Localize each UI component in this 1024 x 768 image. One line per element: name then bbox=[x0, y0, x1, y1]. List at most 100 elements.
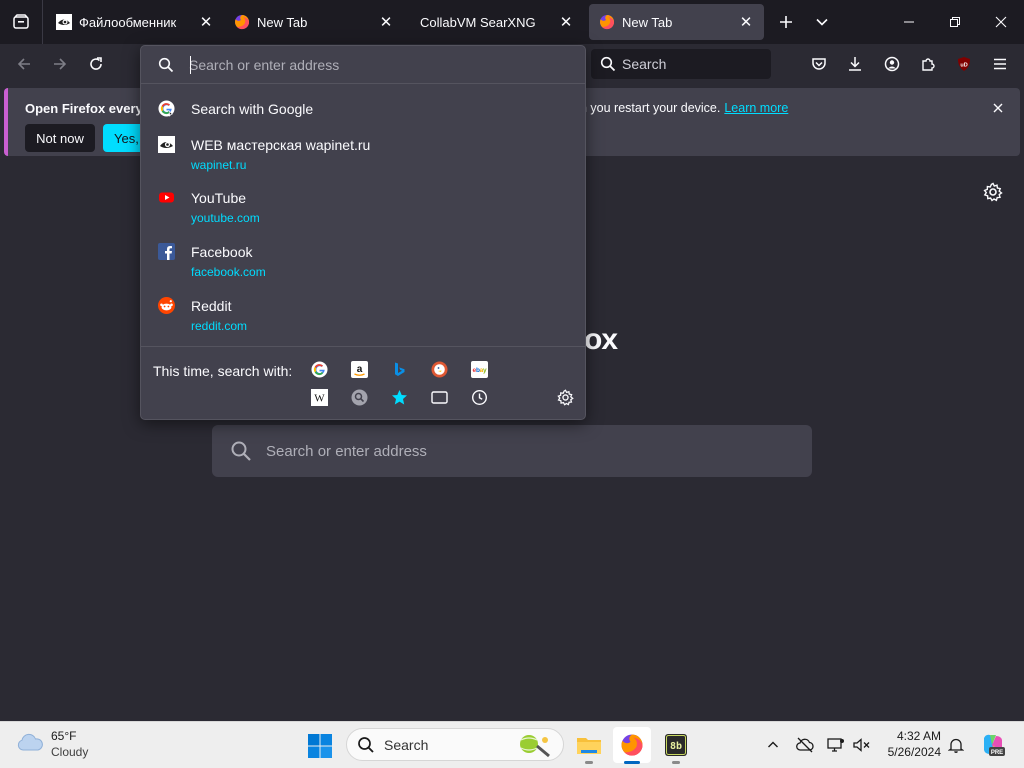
extensions-button[interactable] bbox=[916, 52, 940, 76]
tab-collabvm-searxng[interactable]: CollabVM SearXNG ✕ bbox=[404, 4, 584, 40]
duckduckgo-icon bbox=[431, 361, 447, 377]
cloud-icon[interactable] bbox=[16, 732, 44, 754]
network-tray-button[interactable] bbox=[826, 735, 846, 755]
notifications-button[interactable] bbox=[946, 735, 966, 755]
oneoff-duckduckgo-button[interactable] bbox=[430, 360, 448, 378]
result-search-google[interactable]: Search with Google bbox=[141, 86, 585, 134]
oneoff-bing-button[interactable] bbox=[390, 360, 408, 378]
tab-separator bbox=[42, 0, 43, 44]
result-title: WEB мастерская wapinet.ru bbox=[191, 137, 371, 153]
svg-text:y: y bbox=[483, 367, 487, 374]
copilot-button[interactable]: PRE bbox=[980, 732, 1006, 758]
result-youtube[interactable]: YouTube youtube.com bbox=[141, 187, 585, 235]
oneoff-ebay-button[interactable]: ebay bbox=[470, 360, 488, 378]
bing-icon bbox=[394, 362, 404, 376]
notification-tail-text: n you restart your device. bbox=[580, 101, 721, 115]
tab-fileshare[interactable]: Файлообменник ✕ bbox=[46, 4, 224, 40]
star-icon bbox=[391, 389, 407, 404]
google-icon bbox=[310, 360, 328, 378]
oneoff-tabs-button[interactable] bbox=[430, 388, 448, 406]
close-window-button[interactable] bbox=[978, 0, 1024, 44]
forward-button[interactable] bbox=[48, 52, 72, 76]
tab-title: Файлообменник bbox=[79, 14, 177, 30]
new-tab-button[interactable] bbox=[768, 0, 804, 44]
oneoff-amazon-button[interactable]: a bbox=[350, 360, 368, 378]
tab-new-tab[interactable]: New Tab ✕ bbox=[224, 4, 404, 40]
app-menu-button[interactable] bbox=[988, 52, 1012, 76]
result-url: facebook.com bbox=[191, 265, 266, 279]
close-icon[interactable]: ✕ bbox=[738, 14, 754, 31]
search-icon bbox=[358, 736, 374, 753]
oneoff-bookmarks-button[interactable] bbox=[390, 388, 408, 406]
restore-button[interactable] bbox=[932, 0, 978, 44]
oneoff-google-button[interactable] bbox=[310, 360, 328, 378]
reload-button[interactable] bbox=[84, 52, 108, 76]
history-clock-icon bbox=[471, 389, 487, 405]
page-search-box[interactable]: Search or enter address bbox=[212, 425, 812, 477]
tab-title: CollabVM SearXNG bbox=[420, 14, 536, 30]
show-hidden-icons-button[interactable] bbox=[763, 735, 783, 755]
copilot-icon: PRE bbox=[984, 734, 1005, 756]
weather-temperature[interactable]: 65°F bbox=[51, 729, 76, 743]
svg-text:PRE: PRE bbox=[991, 750, 1003, 756]
minimize-icon bbox=[904, 21, 914, 23]
youtube-icon bbox=[159, 192, 174, 203]
wikipedia-icon: W bbox=[310, 388, 328, 406]
restore-icon bbox=[950, 17, 960, 27]
firefox-view-button[interactable] bbox=[0, 0, 42, 44]
arrow-left-icon bbox=[17, 58, 30, 70]
close-icon[interactable]: ✕ bbox=[558, 14, 574, 31]
clock-date[interactable]: 5/26/2024 bbox=[880, 745, 941, 759]
gear-icon bbox=[983, 182, 1003, 202]
volume-muted-icon bbox=[853, 738, 870, 752]
chevron-down-icon bbox=[816, 18, 828, 26]
search-settings-button[interactable] bbox=[556, 388, 574, 406]
oneoff-history-button[interactable] bbox=[470, 388, 488, 406]
ublock-origin-button[interactable]: uD bbox=[952, 52, 976, 76]
text-caret bbox=[190, 56, 191, 74]
close-icon[interactable]: ✕ bbox=[198, 14, 214, 31]
result-facebook[interactable]: Facebook facebook.com bbox=[141, 241, 585, 289]
reddit-icon bbox=[158, 297, 175, 314]
cloud-offline-icon bbox=[796, 737, 814, 753]
address-input[interactable] bbox=[189, 55, 569, 75]
taskbar-firefox[interactable] bbox=[613, 727, 651, 764]
learn-more-link[interactable]: Learn more bbox=[724, 101, 788, 115]
eye-logo-icon bbox=[56, 14, 72, 30]
taskbar-search-box[interactable]: Search bbox=[346, 728, 564, 761]
volume-tray-button[interactable] bbox=[852, 735, 872, 755]
onedrive-tray-button[interactable] bbox=[795, 735, 815, 755]
notification-close-button[interactable] bbox=[990, 100, 1006, 116]
not-now-button[interactable]: Not now bbox=[25, 124, 95, 152]
puzzle-icon bbox=[922, 58, 935, 71]
result-wapinet[interactable]: WEB мастерская wapinet.ru wapinet.ru bbox=[141, 134, 585, 182]
toolbar-search-box[interactable]: Search bbox=[591, 49, 771, 79]
close-icon[interactable]: ✕ bbox=[378, 14, 394, 31]
minimize-button[interactable] bbox=[886, 0, 932, 44]
result-reddit[interactable]: Reddit reddit.com bbox=[141, 295, 585, 343]
account-button[interactable] bbox=[880, 52, 904, 76]
oneoff-wikipedia-button[interactable]: W bbox=[310, 388, 328, 406]
weather-condition[interactable]: Cloudy bbox=[51, 745, 88, 759]
personalize-settings-button[interactable] bbox=[983, 182, 1003, 202]
list-all-tabs-button[interactable] bbox=[804, 0, 840, 44]
tab-new-tab-active[interactable]: New Tab ✕ bbox=[589, 4, 764, 40]
svg-text:8b: 8b bbox=[670, 741, 682, 752]
notification-message: Open Firefox every ti bbox=[25, 101, 155, 116]
oneoff-label: This time, search with: bbox=[153, 363, 293, 379]
downloads-button[interactable] bbox=[843, 52, 867, 76]
result-url: wapinet.ru bbox=[191, 158, 247, 172]
start-button[interactable] bbox=[307, 733, 333, 759]
oneoff-searxng-button[interactable] bbox=[350, 388, 368, 406]
firefox-icon bbox=[234, 14, 250, 30]
running-indicator bbox=[585, 761, 593, 764]
pocket-button[interactable] bbox=[807, 52, 831, 76]
back-button[interactable] bbox=[12, 52, 36, 76]
taskbar-app-8bit[interactable]: 8b bbox=[657, 727, 695, 764]
taskbar-file-explorer[interactable] bbox=[570, 727, 608, 764]
amazon-icon: a bbox=[350, 360, 368, 378]
download-icon bbox=[849, 57, 861, 71]
windows-logo-icon bbox=[308, 734, 332, 758]
oneoff-separator bbox=[141, 346, 585, 347]
clock-time[interactable]: 4:32 AM bbox=[889, 729, 941, 743]
